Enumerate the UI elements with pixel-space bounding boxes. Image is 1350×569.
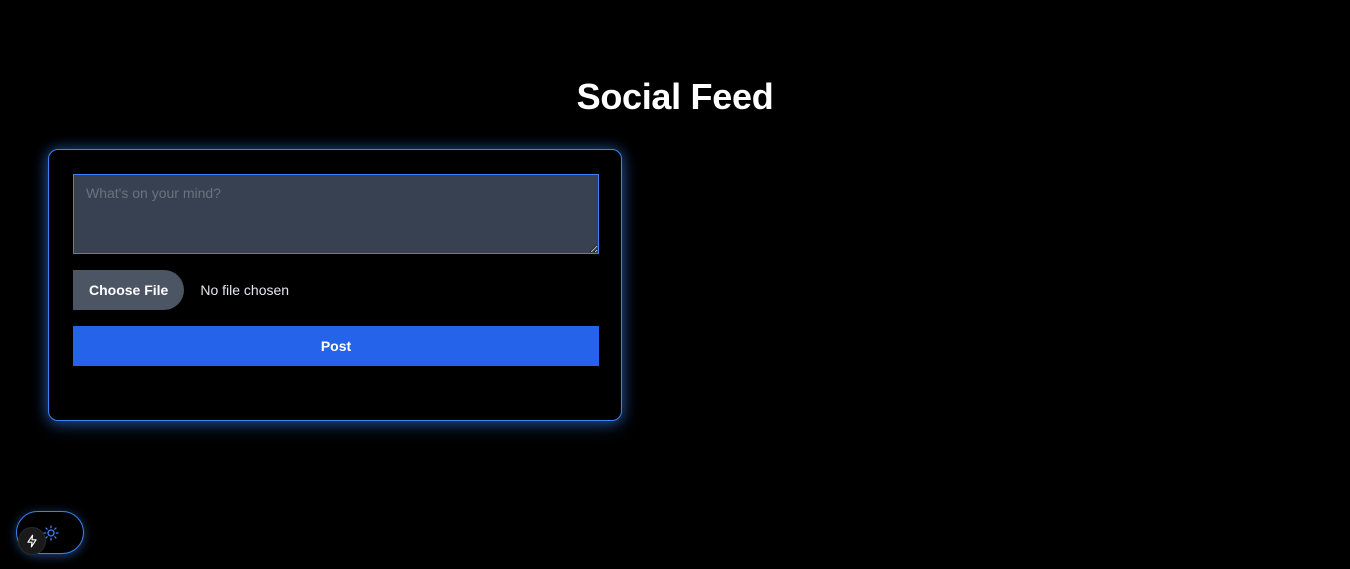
lightning-bolt-icon	[27, 534, 37, 548]
choose-file-button[interactable]: Choose File	[73, 270, 185, 310]
post-button[interactable]: Post	[73, 326, 599, 366]
post-textarea[interactable]	[73, 174, 599, 254]
page: Social Feed Choose File No file chosen P…	[0, 0, 1350, 569]
file-status-text: No file chosen	[200, 282, 290, 298]
post-composer-card: Choose File No file chosen Post	[48, 149, 622, 421]
page-title: Social Feed	[576, 76, 774, 117]
dev-tools-badge[interactable]	[18, 527, 46, 555]
file-input-row: Choose File No file chosen	[73, 270, 289, 310]
